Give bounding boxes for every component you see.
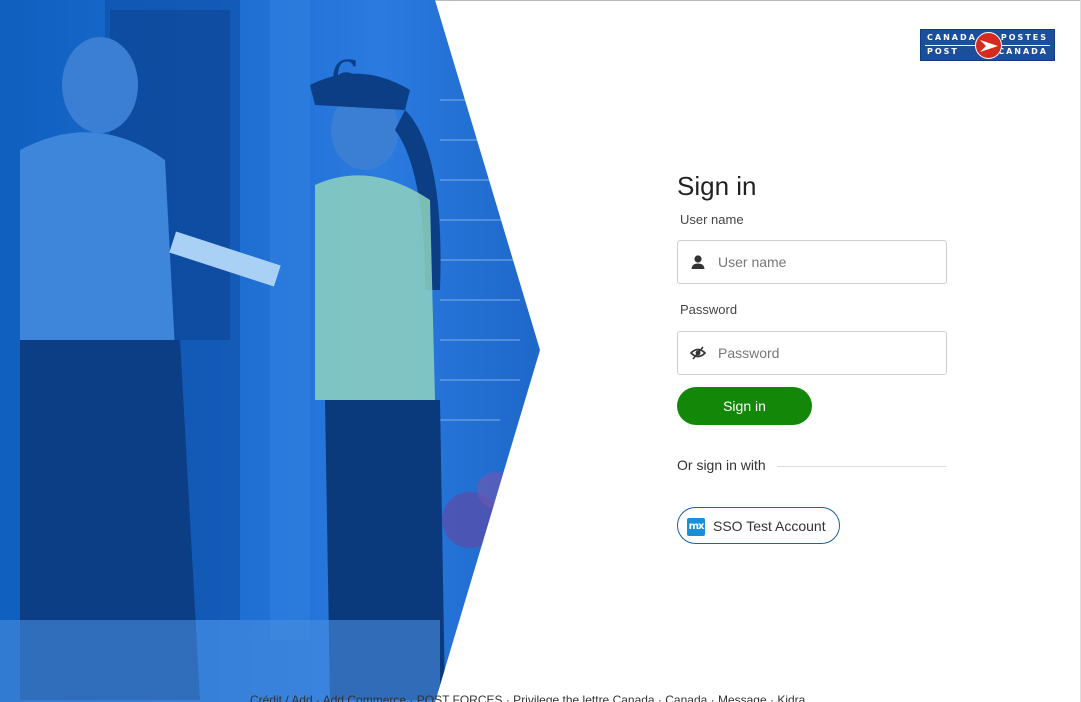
mendix-icon: mx	[687, 518, 705, 536]
divider-line	[777, 466, 947, 467]
sign-in-button[interactable]: Sign in	[677, 387, 812, 425]
sign-in-form: Sign in User name Password Sign in Or si…	[677, 170, 947, 544]
logo-text-postes: POSTES	[1000, 33, 1048, 42]
hero-illustration: 6	[0, 0, 520, 702]
sso-test-account-button[interactable]: mx SSO Test Account	[677, 507, 840, 544]
user-icon	[690, 254, 706, 270]
alternate-sign-in-divider: Or sign in with	[677, 457, 947, 475]
eye-slash-icon[interactable]	[689, 345, 707, 361]
sso-button-label: SSO Test Account	[713, 518, 826, 534]
username-label: User name	[680, 212, 744, 227]
logo-text-canada: CANADA	[927, 33, 977, 42]
underlying-page-text: Crédit / Add · Add Commerce · POST FORCE…	[250, 694, 806, 702]
page-title: Sign in	[677, 171, 757, 201]
logo-text-canada-fr: CANADA	[998, 47, 1048, 56]
hero-image: 6	[0, 0, 540, 702]
password-field[interactable]	[677, 331, 947, 375]
canada-post-logo: CANADA POST POSTES CANADA	[920, 29, 1055, 61]
password-label: Password	[680, 302, 738, 317]
username-input[interactable]	[718, 241, 938, 283]
password-input[interactable]	[718, 332, 938, 374]
logo-text-post: POST	[927, 47, 959, 56]
or-sign-in-with-label: Or sign in with	[677, 457, 766, 473]
logo-disc-icon	[975, 32, 1002, 59]
username-field[interactable]	[677, 240, 947, 284]
